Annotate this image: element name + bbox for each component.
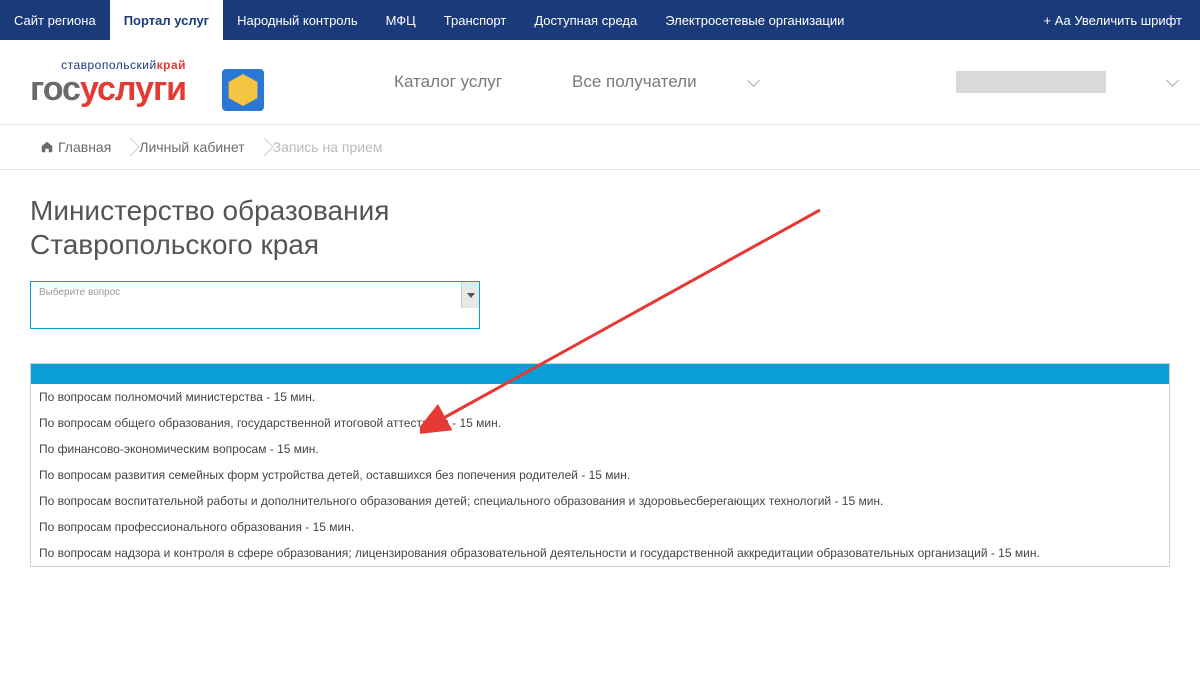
catalog-label: Каталог услуг xyxy=(394,72,502,92)
question-dropdown: По вопросам полномочий министерства - 15… xyxy=(30,363,1170,567)
logo-wordmark: госуслуги xyxy=(30,72,186,106)
breadcrumb: Главная Личный кабинет Запись на прием xyxy=(0,125,1200,170)
recipients-label: Все получатели xyxy=(572,72,697,92)
nav-portal-services[interactable]: Портал услуг xyxy=(110,0,223,40)
home-icon xyxy=(40,140,54,154)
dropdown-item[interactable]: По вопросам развития семейных форм устро… xyxy=(31,462,1169,488)
main-content: Министерство образования Ставропольского… xyxy=(0,170,1200,591)
user-name xyxy=(956,71,1106,93)
breadcrumb-account[interactable]: Личный кабинет xyxy=(129,139,262,155)
dropdown-item[interactable]: По вопросам общего образования, государс… xyxy=(31,410,1169,436)
dropdown-highlight-bar[interactable] xyxy=(31,364,1169,384)
header: ставропольскийкрай госуслуги Каталог усл… xyxy=(0,40,1200,125)
user-menu[interactable] xyxy=(956,71,1180,93)
page-title: Министерство образования Ставропольского… xyxy=(30,194,1170,261)
select-arrow-icon[interactable] xyxy=(461,282,479,308)
nav-electric-orgs[interactable]: Электросетевые организации xyxy=(651,0,858,40)
question-select[interactable]: Выберите вопрос xyxy=(30,281,480,329)
region-crest-icon xyxy=(222,69,264,111)
nav-region-site[interactable]: Сайт региона xyxy=(0,0,110,40)
logo[interactable]: ставропольскийкрай госуслуги xyxy=(30,58,186,106)
recipients-dropdown[interactable]: Все получатели xyxy=(572,72,761,92)
nav-people-control[interactable]: Народный контроль xyxy=(223,0,372,40)
header-menu: Каталог услуг Все получатели xyxy=(394,72,761,92)
chevron-down-icon xyxy=(1166,78,1180,86)
dropdown-list: По вопросам полномочий министерства - 15… xyxy=(31,384,1169,566)
dropdown-item[interactable]: По вопросам полномочий министерства - 15… xyxy=(31,384,1169,410)
select-placeholder: Выберите вопрос xyxy=(31,282,128,303)
catalog-services-link[interactable]: Каталог услуг xyxy=(394,72,502,92)
dropdown-item[interactable]: По вопросам надзора и контроля в сфере о… xyxy=(31,540,1169,566)
dropdown-item[interactable]: По вопросам воспитательной работы и допо… xyxy=(31,488,1169,514)
nav-mfc[interactable]: МФЦ xyxy=(372,0,430,40)
top-nav: Сайт региона Портал услуг Народный контр… xyxy=(0,0,1200,40)
chevron-down-icon xyxy=(747,78,761,86)
dropdown-item[interactable]: По финансово-экономическим вопросам - 15… xyxy=(31,436,1169,462)
breadcrumb-current: Запись на прием xyxy=(263,139,401,155)
breadcrumb-home[interactable]: Главная xyxy=(30,139,129,155)
nav-accessible-env[interactable]: Доступная среда xyxy=(520,0,651,40)
nav-transport[interactable]: Транспорт xyxy=(430,0,521,40)
increase-font-button[interactable]: + Аа Увеличить шрифт xyxy=(1026,0,1200,40)
dropdown-item[interactable]: По вопросам профессионального образовани… xyxy=(31,514,1169,540)
